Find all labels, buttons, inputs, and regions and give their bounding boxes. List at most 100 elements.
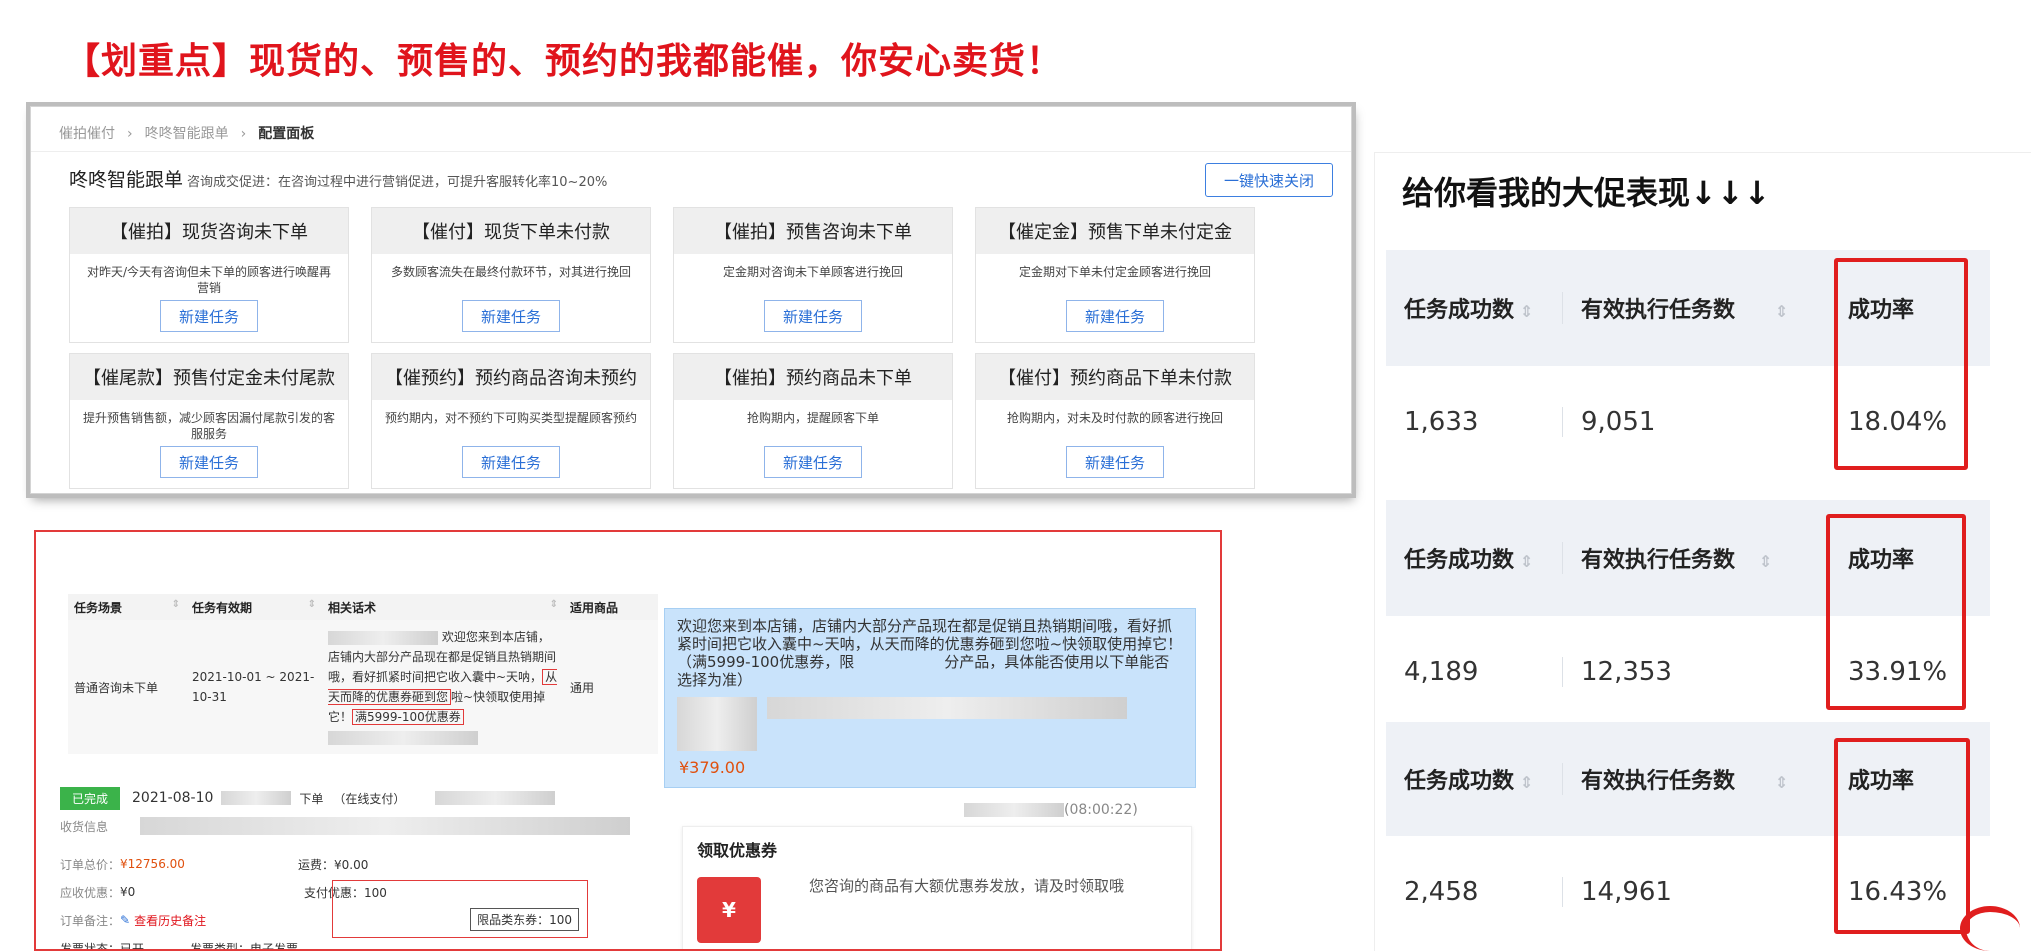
chat-message-text: 欢迎您来到本店铺，店铺内大部分产品现在都是促销且热销期间哦，看好抓紧时间把它收入… <box>677 617 1183 689</box>
cell-success: 2,458 <box>1404 877 1479 907</box>
card-title: 【催付】预约商品下单未付款 <box>976 354 1254 400</box>
redacted-text <box>435 791 556 805</box>
column-header[interactable]: 任务成功数 ⇕ <box>1386 763 1562 795</box>
column-header[interactable]: 相关话术 ⇕ <box>322 599 564 616</box>
card-desc: 预约期内，对不预约下可购买类型提醒顾客预约 <box>384 411 637 425</box>
config-panel: 催拍催付 › 咚咚智能跟单 › 配置面板 咚咚智能跟单 咨询成交促进：在咨询过程中进行营销… <box>30 106 1352 494</box>
task-card: 【催定金】预售下单未付定金 定金期对下单未付定金顾客进行挽回 新建任务 <box>975 207 1255 343</box>
redacted-text <box>221 791 292 805</box>
new-task-button[interactable]: 新建任务 <box>1066 446 1164 478</box>
cell-product: 通用 <box>570 680 595 695</box>
invoice-type: 发票类型：电子发票 <box>190 941 299 951</box>
task-table: 任务场景 ⇕ 任务有效期 ⇕ 相关话术 ⇕ 适用商品 普通咨询未下单 2021-10-… <box>68 594 658 754</box>
column-header[interactable]: 任务场景 ⇕ <box>68 599 186 616</box>
sort-icon: ⇕ <box>171 598 180 610</box>
cell-script: 欢迎您来到本店铺，店铺内大部分产品现在都是促销且热销期间哦，看好抓紧时间把它收入… <box>322 627 564 747</box>
product-thumbnail <box>677 697 757 751</box>
new-task-button[interactable]: 新建任务 <box>160 300 258 332</box>
order-total: ¥12756.00 <box>120 857 185 871</box>
quick-close-button[interactable]: 一键快速关闭 <box>1205 163 1333 197</box>
card-desc: 提升预售销售额，减少顾客因漏付尾款引发的客服服务 <box>82 411 335 441</box>
total-label: 订单总价： <box>60 857 121 872</box>
sort-icon: ⇕ <box>549 598 558 610</box>
cell-period: 2021-10-01 ~ 2021-10-31 <box>192 670 315 704</box>
card-title: 【催拍】预售咨询未下单 <box>674 208 952 254</box>
order-type: 下单 <box>299 791 324 806</box>
cell-executed: 12,353 <box>1562 657 1830 687</box>
panel-title: 咚咚智能跟单 咨询成交促进：在咨询过程中进行营销促进，可提升客服转化率10~20% <box>69 165 607 192</box>
receive-label: 收货信息 <box>60 819 109 834</box>
breadcrumb-current: 配置面板 <box>258 126 315 142</box>
stats-table: 任务成功数 ⇕ 有效执行任务数 ⇕ 成功率 2,458 14,961 16.43% <box>1386 722 1990 948</box>
new-task-button[interactable]: 新建任务 <box>764 446 862 478</box>
history-remark-link[interactable]: 查看历史备注 <box>134 912 206 929</box>
coupon-card[interactable]: 领取优惠券 ¥ 您咨询的商品有大额优惠券发放，请及时领取哦 <box>682 826 1192 949</box>
highlight-box: 满5999-100优惠券 <box>352 709 464 725</box>
table-header: 任务场景 ⇕ 任务有效期 ⇕ 相关话术 ⇕ 适用商品 <box>68 594 658 620</box>
new-task-button[interactable]: 新建任务 <box>1066 300 1164 332</box>
new-task-button[interactable]: 新建任务 <box>462 300 560 332</box>
freight: 运费：¥0.00 <box>298 857 369 872</box>
card-title: 【催定金】预售下单未付定金 <box>976 208 1254 254</box>
breadcrumb: 催拍催付 › 咚咚智能跟单 › 配置面板 <box>59 123 314 143</box>
card-title: 【催尾款】预售付定金未付尾款 <box>70 354 348 400</box>
discount-value: ¥0 <box>120 885 136 899</box>
status-badge: 已完成 <box>60 786 121 810</box>
chevron-right-icon: › <box>127 126 133 142</box>
breadcrumb-item[interactable]: 咚咚智能跟单 <box>145 126 229 142</box>
sort-icon: ⇕ <box>307 598 316 610</box>
invoice-status: 发票状态：已开 <box>60 941 145 951</box>
stats-table: 任务成功数 ⇕ 有效执行任务数 ⇕ 成功率 4,189 12,353 33.91% <box>1386 500 1990 728</box>
order-info: 已完成 2021-08-10 下单 （在线支付） 收货信息 订单总价： ¥127… <box>60 784 660 951</box>
highlight-box <box>1826 514 1966 710</box>
coupon-title: 领取优惠券 <box>697 841 778 860</box>
column-header[interactable]: 任务成功数 ⇕ <box>1386 292 1562 324</box>
cell-executed: 9,051 <box>1562 407 1830 437</box>
chevron-right-icon: › <box>240 126 247 142</box>
highlight-box <box>1834 738 1970 934</box>
chat-message: 欢迎您来到本店铺，店铺内大部分产品现在都是促销且热销期间哦，看好抓紧时间把它收入… <box>664 608 1196 788</box>
column-header[interactable]: 有效执行任务数 ⇕ <box>1562 763 1830 795</box>
redacted-text <box>964 803 1064 817</box>
card-title: 【催预约】预约商品咨询未预约 <box>372 354 650 400</box>
pay-mode: （在线支付） <box>333 791 406 806</box>
redacted-text <box>328 630 438 645</box>
card-desc: 多数顾客流失在最终付款环节，对其进行挽回 <box>390 265 631 279</box>
new-task-button[interactable]: 新建任务 <box>462 446 560 478</box>
order-date: 2021-08-10 <box>132 790 214 806</box>
column-header: 适用商品 <box>570 600 619 615</box>
breadcrumb-item[interactable]: 催拍催付 <box>59 126 115 142</box>
divider <box>31 151 1351 152</box>
brand-logo-icon <box>1960 906 2020 951</box>
panel-subtitle: 咨询成交促进：在咨询过程中进行营销促进，可提升客服转化率10~20% <box>187 175 608 190</box>
column-header[interactable]: 任务有效期 ⇕ <box>186 599 322 616</box>
task-card: 【催付】现货下单未付款 多数顾客流失在最终付款环节，对其进行挽回 新建任务 <box>371 207 651 343</box>
card-desc: 定金期对咨询未下单顾客进行挽回 <box>722 265 903 279</box>
task-card: 【催拍】预售咨询未下单 定金期对咨询未下单顾客进行挽回 新建任务 <box>673 207 953 343</box>
chat-timestamp: (08:00:22) <box>964 802 1138 818</box>
page-headline: 【划重点】现货的、预售的、预约的我都能催，你安心卖货！ <box>64 41 1064 82</box>
edit-icon: ✎ <box>120 913 131 927</box>
column-header[interactable]: 任务成功数 ⇕ <box>1386 542 1562 574</box>
coupon-text: 您咨询的商品有大额优惠券发放，请及时领取哦 <box>809 877 1125 895</box>
column-header[interactable]: 有效执行任务数 ⇕ <box>1562 542 1830 574</box>
sort-icon: ⇕ <box>1520 302 1534 321</box>
coupon-icon: ¥ <box>697 877 761 943</box>
remark-label: 订单备注： <box>60 913 121 928</box>
card-title: 【催拍】预约商品未下单 <box>674 354 952 400</box>
sort-icon: ⇕ <box>1759 552 1773 571</box>
stats-title: 给你看我的大促表现↓↓↓ <box>1402 174 1771 212</box>
panel-title-text: 咚咚智能跟单 <box>69 169 184 191</box>
redacted-text <box>328 730 478 745</box>
cell-success: 4,189 <box>1404 657 1479 687</box>
card-desc: 对昨天/今天有咨询但未下单的顾客进行唤醒再营销 <box>86 265 332 295</box>
new-task-button[interactable]: 新建任务 <box>160 446 258 478</box>
stats-table: 任务成功数 ⇕ 有效执行任务数 ⇕ 成功率 1,633 9,051 18.04% <box>1386 250 1990 478</box>
table-row[interactable]: 普通咨询未下单 2021-10-01 ~ 2021-10-31 欢迎您来到本店铺… <box>68 620 658 754</box>
sort-icon: ⇕ <box>1520 552 1534 571</box>
new-task-button[interactable]: 新建任务 <box>764 300 862 332</box>
product-price: ¥379.00 <box>679 758 746 777</box>
highlight-box: 限品类东券：100 <box>332 880 588 938</box>
column-header[interactable]: 有效执行任务数 ⇕ <box>1562 292 1830 324</box>
jd-coupon-tag: 限品类东券：100 <box>470 908 579 931</box>
